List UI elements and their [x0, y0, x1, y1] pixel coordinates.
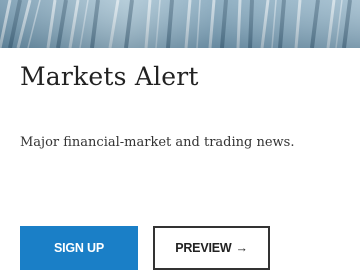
- newsletter-card: Markets Alert Major financial-market and…: [0, 0, 360, 277]
- hero-image: [0, 0, 360, 48]
- sign-up-button-label: SIGN UP: [54, 241, 104, 255]
- sign-up-button[interactable]: SIGN UP: [20, 226, 138, 270]
- preview-button[interactable]: PREVIEW →: [153, 226, 270, 270]
- newsletter-title: Markets Alert: [20, 62, 199, 91]
- arrow-right-icon: →: [235, 241, 248, 255]
- newsletter-description: Major financial-market and trading news.: [20, 135, 295, 150]
- preview-button-label: PREVIEW: [175, 241, 232, 255]
- hero-image-graphic: [0, 0, 360, 48]
